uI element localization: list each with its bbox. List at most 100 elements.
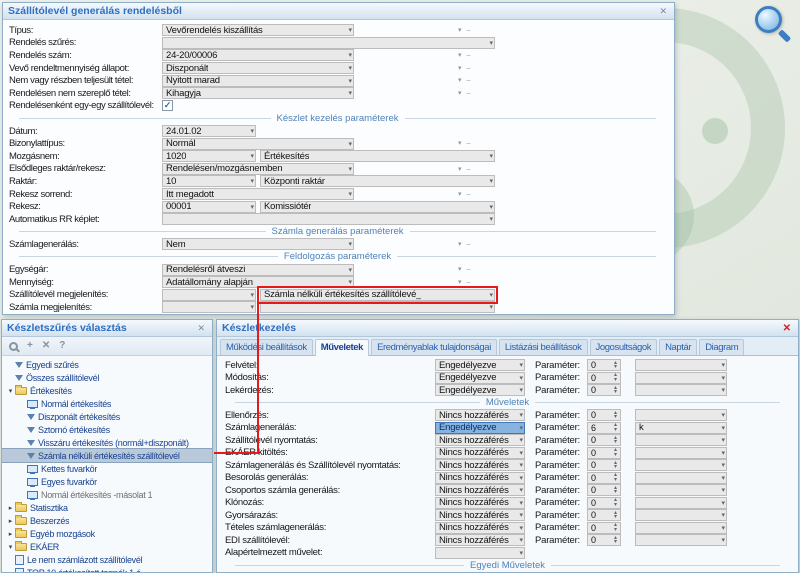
access-dropdown[interactable]: Nincs hozzáférés▾ bbox=[435, 497, 525, 509]
tree-item[interactable]: Normál értékesítés -másolat 1 bbox=[2, 488, 212, 501]
dropdown-field[interactable]: Központi raktár▾ bbox=[260, 175, 495, 187]
tree-item[interactable]: Le nem számlázott szállítólevél bbox=[2, 553, 212, 566]
parameter-stepper[interactable]: 0▴▾ bbox=[587, 447, 621, 459]
clear-field-icon[interactable]: – bbox=[467, 264, 471, 275]
clear-field-icon[interactable]: – bbox=[467, 239, 471, 250]
extra-parameter-dropdown[interactable]: ▾ bbox=[635, 409, 727, 421]
parameter-stepper[interactable]: 0▴▾ bbox=[587, 472, 621, 484]
spin-down-icon[interactable]: ▾ bbox=[614, 503, 617, 508]
extra-parameter-dropdown[interactable]: ▾ bbox=[635, 534, 727, 546]
chevron-down-icon[interactable]: ▾ bbox=[458, 164, 462, 175]
tree-item[interactable]: Visszáru értékesítés (normál+diszponált) bbox=[2, 436, 212, 449]
extra-parameter-dropdown[interactable]: ▾ bbox=[635, 434, 727, 446]
spinner-arrows-icon[interactable]: ▴▾ bbox=[611, 473, 620, 482]
access-dropdown[interactable]: Engedélyezve▾ bbox=[435, 372, 525, 384]
spinner-arrows-icon[interactable]: ▴▾ bbox=[611, 448, 620, 457]
tree-item[interactable]: Sztornó értékesítés bbox=[2, 423, 212, 436]
dropdown-field[interactable]: 24-20/00006▾ bbox=[162, 49, 354, 61]
spinner-arrows-icon[interactable]: ▴▾ bbox=[611, 436, 620, 445]
tree-expander-icon[interactable]: ▾ bbox=[6, 543, 15, 551]
tree-expander-icon[interactable]: ▸ bbox=[6, 504, 15, 512]
extra-parameter-dropdown[interactable]: ▾ bbox=[635, 509, 727, 521]
zoom-tool-icon[interactable] bbox=[755, 6, 791, 42]
access-dropdown[interactable]: Nincs hozzáférés▾ bbox=[435, 472, 525, 484]
parameter-stepper[interactable]: 0▴▾ bbox=[587, 384, 621, 396]
chevron-down-icon[interactable]: ▾ bbox=[458, 189, 462, 200]
spin-down-icon[interactable]: ▾ bbox=[614, 415, 617, 420]
spin-down-icon[interactable]: ▾ bbox=[614, 515, 617, 520]
clear-field-icon[interactable]: – bbox=[467, 50, 471, 61]
extra-parameter-dropdown[interactable]: ▾ bbox=[635, 459, 727, 471]
delete-icon[interactable]: ✕ bbox=[42, 340, 50, 352]
extra-parameter-dropdown[interactable]: ▾ bbox=[635, 384, 727, 396]
dropdown-field[interactable]: Számla nélküli értékesítés szállítólevé_… bbox=[260, 289, 495, 301]
extra-parameter-dropdown[interactable]: ▾ bbox=[635, 522, 727, 534]
checkbox[interactable]: ✓ bbox=[162, 100, 173, 111]
extra-parameter-dropdown[interactable]: ▾ bbox=[635, 472, 727, 484]
dropdown-field[interactable]: Normál▾ bbox=[162, 138, 354, 150]
dropdown-field[interactable]: ▾ bbox=[162, 37, 495, 49]
tree-item[interactable]: Normál értékesítés bbox=[2, 397, 212, 410]
tab[interactable]: Jogosultságok bbox=[590, 339, 658, 355]
spinner-arrows-icon[interactable]: ▴▾ bbox=[611, 423, 620, 432]
tab[interactable]: Műveletek bbox=[315, 339, 369, 356]
clear-field-icon[interactable]: – bbox=[467, 75, 471, 86]
dropdown-field[interactable]: Rendelésen/mozgásnemben▾ bbox=[162, 163, 354, 175]
dropdown-field[interactable]: 00001▾ bbox=[162, 201, 256, 213]
spin-down-icon[interactable]: ▾ bbox=[614, 490, 617, 495]
access-dropdown[interactable]: Engedélyezve▾ bbox=[435, 384, 525, 396]
spin-down-icon[interactable]: ▾ bbox=[614, 378, 617, 383]
parameter-stepper[interactable]: 0▴▾ bbox=[587, 359, 621, 371]
tree-item[interactable]: ▾EKÁER bbox=[2, 540, 212, 553]
close-icon[interactable]: ✕ bbox=[195, 321, 207, 336]
tree-item[interactable]: Egyes fuvarkör bbox=[2, 475, 212, 488]
dropdown-field[interactable]: ▾ bbox=[162, 213, 495, 225]
spin-down-icon[interactable]: ▾ bbox=[614, 528, 617, 533]
parameter-stepper[interactable]: 0▴▾ bbox=[587, 509, 621, 521]
dropdown-field[interactable]: 1020▾ bbox=[162, 150, 256, 162]
dropdown-field[interactable]: ▾ bbox=[260, 301, 495, 313]
clear-field-icon[interactable]: – bbox=[467, 88, 471, 99]
parameter-stepper[interactable]: 0▴▾ bbox=[587, 459, 621, 471]
spinner-arrows-icon[interactable]: ▴▾ bbox=[611, 511, 620, 520]
dropdown-field[interactable]: Itt megadott▾ bbox=[162, 188, 354, 200]
access-dropdown[interactable]: Nincs hozzáférés▾ bbox=[435, 434, 525, 446]
spin-down-icon[interactable]: ▾ bbox=[614, 365, 617, 370]
spinner-arrows-icon[interactable]: ▴▾ bbox=[611, 386, 620, 395]
spin-down-icon[interactable]: ▾ bbox=[614, 390, 617, 395]
clear-field-icon[interactable]: – bbox=[467, 138, 471, 149]
chevron-down-icon[interactable]: ▾ bbox=[458, 277, 462, 288]
spin-down-icon[interactable]: ▾ bbox=[614, 465, 617, 470]
tab[interactable]: Eredményablak tulajdonságai bbox=[371, 339, 497, 355]
extra-parameter-dropdown[interactable]: k▾ bbox=[635, 422, 727, 434]
chevron-down-icon[interactable]: ▾ bbox=[458, 75, 462, 86]
extra-parameter-dropdown[interactable]: ▾ bbox=[635, 484, 727, 496]
add-icon[interactable]: + bbox=[27, 340, 33, 352]
spinner-arrows-icon[interactable]: ▴▾ bbox=[611, 361, 620, 370]
spinner-arrows-icon[interactable]: ▴▾ bbox=[611, 523, 620, 532]
search-icon[interactable] bbox=[9, 342, 18, 351]
chevron-down-icon[interactable]: ▾ bbox=[458, 138, 462, 149]
tree-item[interactable]: ▸Beszerzés bbox=[2, 514, 212, 527]
dropdown-field[interactable]: Értékesítés▾ bbox=[260, 150, 495, 162]
dropdown-field[interactable]: 24.01.02▾ bbox=[162, 125, 256, 137]
access-dropdown[interactable]: Nincs hozzáférés▾ bbox=[435, 409, 525, 421]
tab[interactable]: Listázási beállítások bbox=[499, 339, 588, 355]
tree-expander-icon[interactable]: ▸ bbox=[6, 530, 15, 538]
tab[interactable]: Működési beállítások bbox=[220, 339, 313, 355]
parameter-stepper[interactable]: 0▴▾ bbox=[587, 434, 621, 446]
spinner-arrows-icon[interactable]: ▴▾ bbox=[611, 461, 620, 470]
parameter-stepper[interactable]: 0▴▾ bbox=[587, 372, 621, 384]
dropdown-field[interactable]: Kihagyja▾ bbox=[162, 87, 354, 99]
clear-field-icon[interactable]: – bbox=[467, 164, 471, 175]
access-dropdown[interactable]: Nincs hozzáférés▾ bbox=[435, 484, 525, 496]
parameter-stepper[interactable]: 0▴▾ bbox=[587, 497, 621, 509]
chevron-down-icon[interactable]: ▾ bbox=[458, 63, 462, 74]
access-dropdown[interactable]: Nincs hozzáférés▾ bbox=[435, 459, 525, 471]
extra-parameter-dropdown[interactable]: ▾ bbox=[635, 372, 727, 384]
help-icon[interactable]: ? bbox=[59, 340, 65, 352]
tab[interactable]: Naptár bbox=[659, 339, 697, 355]
parameter-stepper[interactable]: 0▴▾ bbox=[587, 484, 621, 496]
dropdown-field[interactable]: ▾ bbox=[162, 301, 256, 313]
clear-field-icon[interactable]: – bbox=[467, 277, 471, 288]
